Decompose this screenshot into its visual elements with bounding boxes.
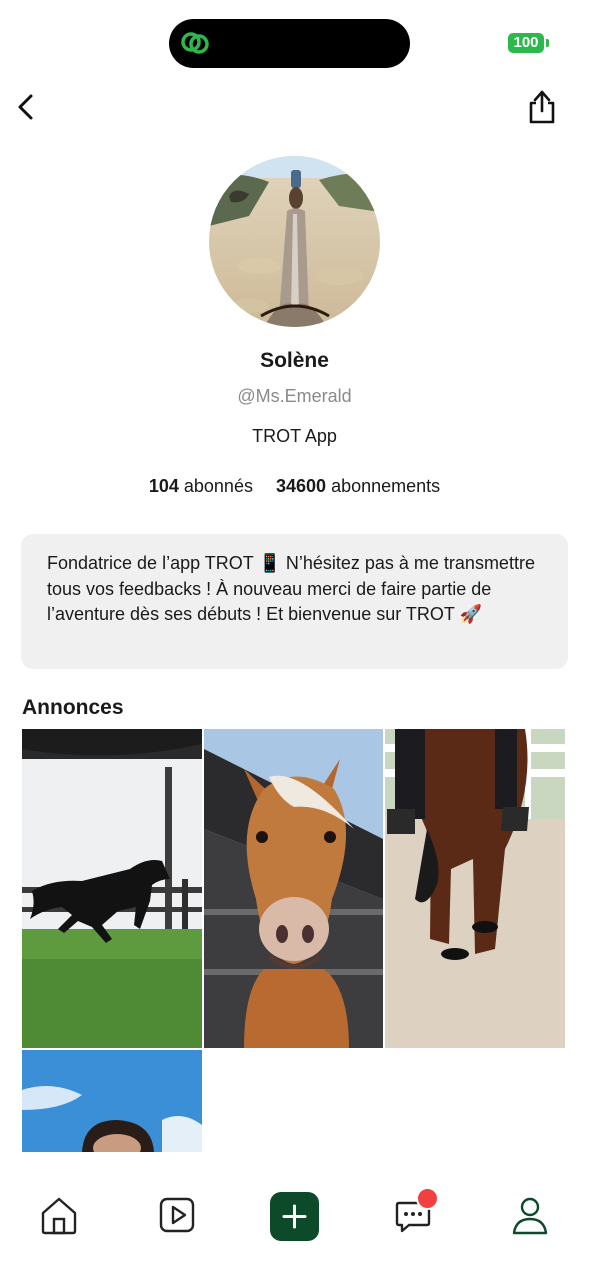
home-icon[interactable] [37, 1193, 81, 1237]
profile-bio: Fondatrice de l’app TROT 📱 N’hésitez pas… [21, 534, 568, 669]
profile-handle: @Ms.Emerald [237, 386, 352, 406]
profile-avatar[interactable] [209, 156, 380, 327]
plus-icon [282, 1204, 307, 1229]
avatar-photo [209, 156, 380, 327]
following-stat[interactable]: 34600 abonnements [276, 476, 440, 497]
listing-tile-4[interactable] [22, 1050, 202, 1152]
profile-stats: 104 abonnés 34600 abonnements [0, 476, 589, 497]
status-bar: 100 [0, 0, 589, 80]
link-icon [181, 32, 209, 54]
listing-photo-1 [22, 729, 202, 1048]
listing-photo-4 [22, 1050, 202, 1152]
battery-tip [546, 39, 549, 47]
followers-stat[interactable]: 104 abonnés [149, 476, 253, 497]
nav-row [0, 84, 589, 128]
add-listing-button[interactable] [270, 1192, 319, 1241]
listings-title: Annonces [22, 696, 124, 719]
following-label: abonnements [331, 476, 441, 496]
notification-badge [416, 1187, 439, 1210]
profile-organization: TROT App [252, 426, 337, 446]
followers-count: 104 [148, 476, 179, 496]
profile-name: Solène [260, 349, 329, 372]
followers-label: abonnés [183, 476, 253, 496]
video-icon[interactable] [155, 1193, 199, 1237]
tab-bar [0, 1152, 589, 1280]
profile-icon[interactable] [508, 1193, 552, 1237]
listing-photo-2 [204, 729, 383, 1048]
listing-tile-1[interactable] [22, 729, 202, 1048]
battery-indicator: 100 [508, 33, 544, 53]
dynamic-island [169, 19, 410, 68]
following-count: 34600 [275, 476, 327, 496]
listing-tile-2[interactable] [204, 729, 383, 1048]
listing-photo-3 [385, 729, 565, 1048]
listing-tile-3[interactable] [385, 729, 565, 1048]
share-icon[interactable] [523, 86, 561, 126]
chevron-left-icon[interactable] [12, 88, 42, 124]
